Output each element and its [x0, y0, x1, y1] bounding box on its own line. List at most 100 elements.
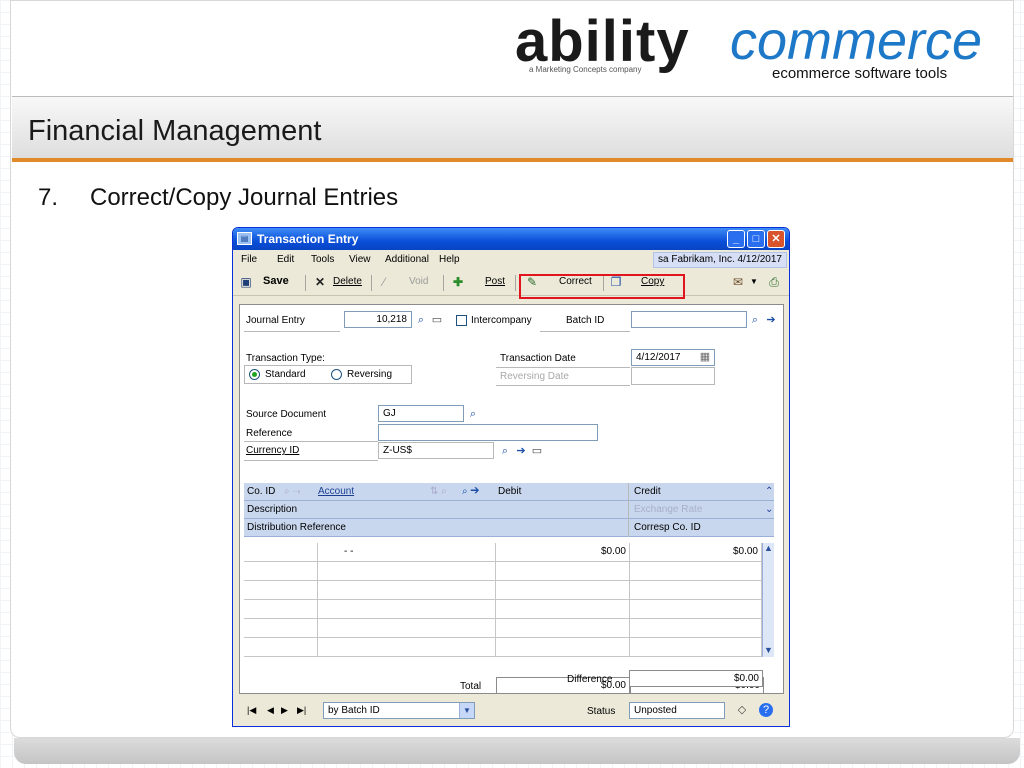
help-icon[interactable]: ? — [759, 703, 773, 717]
scroll-up-icon[interactable]: ▲ — [764, 543, 773, 553]
status-label: Status — [587, 706, 616, 717]
toolbar-separator — [443, 275, 444, 291]
cell-credit[interactable]: $0.00 — [630, 543, 762, 562]
menu-bar: File Edit Tools View Additional Help sa … — [233, 250, 789, 270]
col-exchange-rate: Exchange Rate — [634, 504, 703, 515]
post-button[interactable]: Post — [485, 276, 505, 287]
close-button[interactable]: ✕ — [767, 230, 785, 248]
step-number: 7. — [38, 184, 59, 211]
grid-scrollbar[interactable]: ▲ ▼ — [762, 543, 774, 657]
arrow-right-icon[interactable]: ➔ — [764, 313, 778, 327]
cell-debit[interactable] — [496, 600, 630, 619]
cell-debit[interactable] — [496, 619, 630, 638]
cell-account[interactable]: - - — [318, 543, 496, 562]
notes-icon[interactable]: ✉ — [731, 275, 745, 289]
source-doc-lookup-icon[interactable]: ⌕ — [466, 407, 480, 421]
void-icon: ⁄ — [382, 275, 385, 289]
expand-rows-icon[interactable]: ⌃ — [765, 486, 773, 497]
lookup-icon[interactable]: ⌕ — [414, 313, 428, 327]
save-button[interactable]: Save — [263, 275, 289, 287]
window-title-bar[interactable]: ▤ Transaction Entry _ □ ✕ — [233, 228, 789, 250]
reversing-date-label: Reversing Date — [500, 371, 569, 382]
standard-radio[interactable] — [249, 369, 260, 380]
currency-id-link[interactable]: Currency ID — [246, 445, 299, 456]
table-row[interactable] — [244, 638, 762, 657]
first-record-icon[interactable]: |◀ — [247, 705, 256, 716]
cell-co-id[interactable] — [244, 619, 318, 638]
menu-view[interactable]: View — [349, 254, 371, 265]
last-record-icon[interactable]: ▶| — [297, 705, 306, 716]
grid-header-divider — [628, 483, 629, 537]
cell-debit[interactable] — [496, 581, 630, 600]
save-icon[interactable]: ▣ — [239, 275, 253, 289]
reversing-radio[interactable] — [331, 369, 342, 380]
cell-credit[interactable] — [630, 562, 762, 581]
table-row[interactable] — [244, 581, 762, 600]
cell-account[interactable] — [318, 619, 496, 638]
journal-entry-field[interactable]: 10,218 — [344, 311, 412, 328]
menu-additional[interactable]: Additional — [385, 254, 429, 265]
collapse-rows-icon[interactable]: ⌄ — [765, 504, 773, 515]
next-record-icon[interactable]: ▶ — [281, 705, 288, 716]
table-row[interactable] — [244, 619, 762, 638]
account-lookup-icon[interactable]: ⌕ ➔ — [462, 486, 479, 497]
difference-value: $0.00 — [629, 670, 763, 687]
cell-credit[interactable] — [630, 638, 762, 657]
menu-help[interactable]: Help — [439, 254, 460, 265]
calendar-icon[interactable]: ▦ — [698, 350, 712, 364]
maximize-button[interactable]: □ — [747, 230, 765, 248]
void-button[interactable]: Void — [409, 276, 428, 287]
table-row[interactable] — [244, 600, 762, 619]
cell-account[interactable] — [318, 600, 496, 619]
cell-account[interactable] — [318, 562, 496, 581]
cell-co-id[interactable] — [244, 562, 318, 581]
source-document-label: Source Document — [246, 409, 327, 420]
col-account[interactable]: Account — [318, 486, 354, 497]
transaction-type-label: Transaction Type: — [246, 353, 325, 364]
cell-credit[interactable] — [630, 619, 762, 638]
cell-debit[interactable] — [496, 638, 630, 657]
cell-debit[interactable]: $0.00 — [496, 543, 630, 562]
divider — [540, 331, 630, 332]
cell-co-id[interactable] — [244, 581, 318, 600]
cell-credit[interactable] — [630, 581, 762, 600]
cell-co-id[interactable] — [244, 638, 318, 657]
cell-credit[interactable] — [630, 600, 762, 619]
cell-account[interactable] — [318, 581, 496, 600]
chevron-down-icon[interactable]: ▼ — [747, 275, 761, 289]
currency-arrow-icon[interactable]: ➔ — [514, 444, 528, 458]
table-row[interactable]: - - $0.00 $0.00 — [244, 543, 762, 562]
logo-commerce-text: commerce — [730, 11, 983, 71]
toolbar-separator — [515, 275, 516, 291]
menu-tools[interactable]: Tools — [311, 254, 334, 265]
section-title: Financial Management — [28, 115, 322, 147]
eraser-icon[interactable]: ◇ — [735, 703, 749, 717]
sort-by-select[interactable]: by Batch ID ▼ — [323, 702, 475, 719]
minimize-button[interactable]: _ — [727, 230, 745, 248]
currency-lookup-icon[interactable]: ⌕ — [498, 444, 512, 458]
source-document-field[interactable]: GJ — [378, 405, 464, 422]
chevron-down-icon[interactable]: ▼ — [459, 703, 474, 718]
cell-debit[interactable] — [496, 562, 630, 581]
post-icon[interactable]: ✚ — [451, 275, 465, 289]
scroll-down-icon[interactable]: ▼ — [764, 645, 773, 655]
table-row[interactable] — [244, 562, 762, 581]
batch-id-field[interactable] — [631, 311, 747, 328]
new-document-icon[interactable]: ▭ — [430, 313, 444, 327]
intercompany-checkbox[interactable] — [456, 315, 467, 326]
print-icon[interactable]: ⎙ — [767, 275, 781, 289]
cell-co-id[interactable] — [244, 543, 318, 562]
currency-id-field[interactable]: Z-US$ — [378, 442, 494, 459]
menu-file[interactable]: File — [241, 254, 257, 265]
total-label: Total — [460, 681, 482, 692]
batch-lookup-icon[interactable]: ⌕ — [748, 313, 762, 327]
currency-new-icon[interactable]: ▭ — [530, 444, 544, 458]
cell-co-id[interactable] — [244, 600, 318, 619]
menu-edit[interactable]: Edit — [277, 254, 294, 265]
reference-field[interactable] — [378, 424, 598, 441]
delete-button[interactable]: Delete — [333, 276, 362, 287]
cell-account[interactable] — [318, 638, 496, 657]
previous-record-icon[interactable]: ◀ — [267, 705, 274, 716]
col-credit: Credit — [634, 486, 661, 497]
delete-icon[interactable]: ✕ — [313, 275, 327, 289]
